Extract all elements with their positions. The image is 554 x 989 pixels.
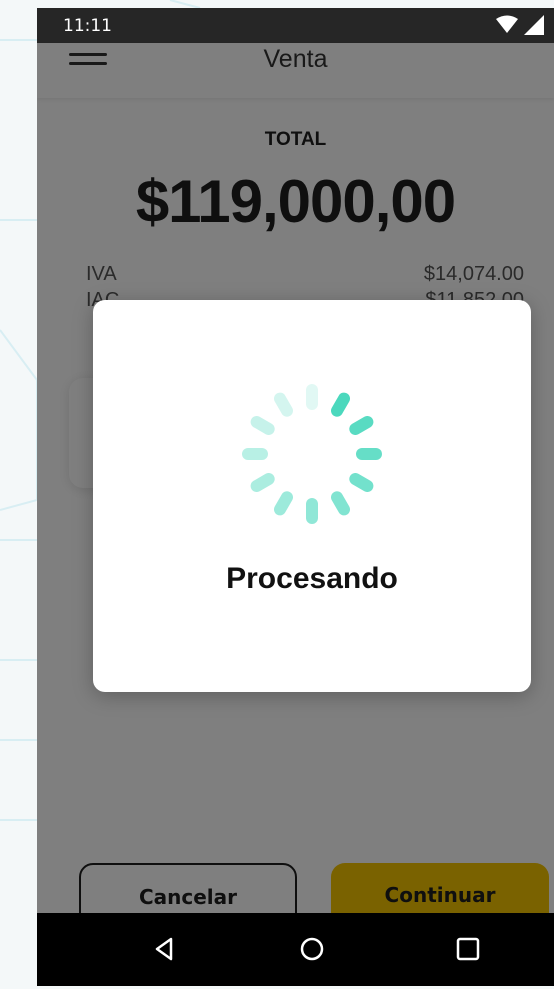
recents-square-icon[interactable] [450, 931, 486, 967]
processing-message: Procesando [226, 562, 398, 595]
spinner-dash [349, 416, 374, 435]
signal-icon [524, 15, 544, 35]
loading-spinner-icon [242, 384, 382, 524]
wifi-icon [496, 15, 518, 33]
android-nav-bar [37, 913, 554, 986]
spinner-dash [331, 491, 350, 516]
status-time: 11:11 [63, 16, 112, 36]
status-bar: 11:11 [37, 8, 554, 43]
spinner-dash [331, 392, 350, 417]
spinner-dash [250, 473, 275, 492]
spinner-dash [274, 491, 293, 516]
processing-dialog: Procesando [93, 300, 531, 692]
spinner-dash [349, 473, 374, 492]
home-circle-icon[interactable] [294, 931, 330, 967]
phone-screen: 11:11 Venta TOTAL $119,000,00 IVA $14,07… [37, 8, 554, 986]
spinner-dash [274, 392, 293, 417]
back-triangle-icon[interactable] [147, 931, 183, 967]
status-icons [496, 15, 544, 35]
spinner-dash [250, 416, 275, 435]
